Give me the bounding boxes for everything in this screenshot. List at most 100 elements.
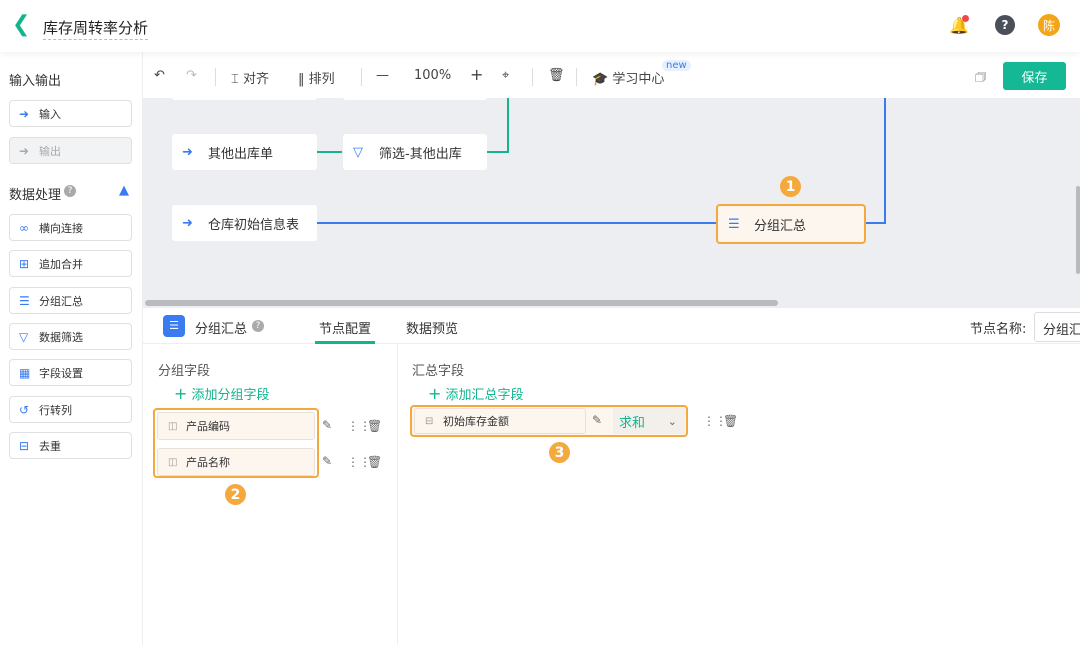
learning-center-label: 学习中心	[612, 72, 665, 87]
sidebar-item-filter[interactable]: ▽ 数据筛选	[9, 323, 132, 350]
zoom-level: 100%	[414, 68, 452, 83]
sidebar-item-label: 去重	[39, 439, 61, 453]
field-icon: ⊟	[425, 415, 434, 427]
notification-dot	[962, 15, 969, 22]
sidebar-item-label: 追加合并	[39, 257, 83, 271]
summary-field-item[interactable]: ⊟ 初始库存金额	[414, 408, 586, 434]
sidebar-item-output[interactable]: ➜ 输出	[9, 137, 132, 164]
list-icon: ☰	[19, 293, 30, 308]
help-icon[interactable]: ?	[252, 320, 264, 332]
edit-icon[interactable]: ✎	[322, 418, 332, 432]
add-label: 添加汇总字段	[445, 388, 524, 403]
proc-section-title: 数据处理	[9, 188, 62, 203]
help-icon[interactable]: ?	[64, 185, 76, 197]
io-section-title: 输入输出	[9, 74, 62, 89]
table-icon: ▦	[19, 365, 31, 380]
arrange-button[interactable]: ‖ 排列	[298, 68, 335, 87]
trash-icon[interactable]: 🗑	[367, 419, 382, 433]
sidebar-item-join[interactable]: ∞ 横向连接	[9, 214, 132, 241]
avatar[interactable]: 陈	[1038, 14, 1060, 36]
sidebar-item-label: 字段设置	[39, 366, 83, 380]
aggregation-value: 求和	[619, 415, 646, 431]
sidebar-item-append[interactable]: ⊞ 追加合并	[9, 250, 132, 277]
warning-icon[interactable]: ▲	[119, 183, 129, 198]
node-label: 仓库初始信息表	[208, 217, 300, 233]
panel-header: ☰ 分组汇总 ? 节点配置 数据预览 节点名称: 分组汇总	[143, 308, 1080, 344]
flow-node-warehouse[interactable]: ➜ 仓库初始信息表	[172, 205, 317, 241]
field-name: 初始库存金额	[443, 415, 509, 428]
flow-canvas[interactable]: ➜ 其他出库单 ▽ 筛选-其他出库 ➜ 仓库初始信息表 ☰ 分组汇总 1	[143, 98, 1080, 308]
vertical-scrollbar[interactable]	[1076, 186, 1080, 274]
sidebar-item-dedupe[interactable]: ⊟ 去重	[9, 432, 132, 459]
arrange-label: 排列	[308, 72, 335, 87]
undo-icon[interactable]: ↶	[154, 68, 165, 83]
sidebar-item-fields[interactable]: ▦ 字段设置	[9, 359, 132, 386]
step-badge-2: 2	[225, 484, 246, 505]
aggregation-select[interactable]: 求和 ⌄	[613, 408, 685, 434]
preview-icon[interactable]: 🗇	[975, 68, 986, 89]
column-divider	[397, 344, 398, 645]
merge-icon: ⊞	[19, 256, 30, 271]
sidebar: 输入输出 ➜ 输入 ➜ 输出 数据处理 ? ▲ ∞ 横向连接 ⊞ 追加合并 ☰ 分组汇总 …	[0, 52, 143, 645]
header: ❮ 库存周转率分析 🔔 ? 陈	[0, 0, 1080, 52]
edit-icon[interactable]: ✎	[592, 413, 602, 427]
list-icon: ☰	[728, 216, 740, 232]
horizontal-scrollbar[interactable]	[145, 300, 778, 306]
connector-line	[866, 98, 886, 224]
flow-node-filter[interactable]: ▽ 筛选-其他出库	[343, 134, 487, 170]
link-icon: ∞	[19, 220, 29, 235]
zoom-in-button[interactable]: +	[470, 65, 483, 84]
group-field-item[interactable]: ◫ 产品编码	[157, 412, 315, 440]
input-arrow-icon: ➜	[182, 215, 193, 231]
edit-icon[interactable]: ✎	[322, 454, 332, 468]
tab-data-preview[interactable]: 数据预览	[406, 318, 458, 337]
flow-node-partial[interactable]	[172, 98, 317, 100]
trash-icon[interactable]: 🗑	[548, 68, 565, 83]
sidebar-item-input[interactable]: ➜ 输入	[9, 100, 132, 127]
step-badge-1: 1	[780, 176, 801, 197]
zoom-out-button[interactable]: —	[376, 68, 389, 83]
filter-icon: ▽	[19, 329, 29, 344]
align-label: 对齐	[242, 72, 269, 87]
group-field-item[interactable]: ◫ 产品名称	[157, 448, 315, 476]
filter-icon: ▽	[353, 144, 363, 160]
back-chevron-icon[interactable]: ❮	[12, 14, 30, 36]
input-arrow-icon: ➜	[182, 144, 193, 160]
save-button[interactable]: 保存	[1003, 62, 1066, 90]
group-fields-title: 分组字段	[158, 364, 211, 379]
toolbar: ↶ ↷ ⌶ 对齐 ‖ 排列 — 100% + ⌖ 🗑 🎓 学习中心 new 🗇	[143, 56, 1080, 98]
add-group-field-button[interactable]: + 添加分组字段	[174, 384, 270, 403]
chevron-down-icon: ⌄	[667, 414, 677, 428]
trash-icon[interactable]: 🗑	[723, 414, 738, 428]
redo-icon[interactable]: ↷	[186, 68, 197, 83]
align-button[interactable]: ⌶ 对齐	[231, 68, 269, 87]
learning-center-link[interactable]: 🎓 学习中心	[592, 68, 664, 87]
page-title[interactable]: 库存周转率分析	[43, 17, 149, 40]
flow-node-other-outbound[interactable]: ➜ 其他出库单	[172, 134, 317, 170]
step-badge-3: 3	[549, 442, 570, 463]
flow-node-group-summary[interactable]: ☰ 分组汇总	[716, 204, 866, 244]
sidebar-item-label: 输入	[39, 107, 61, 121]
divider	[361, 68, 362, 86]
help-icon[interactable]: ?	[995, 15, 1015, 35]
graduation-cap-icon: 🎓	[592, 72, 609, 87]
divider	[532, 68, 533, 86]
sidebar-item-group[interactable]: ☰ 分组汇总	[9, 287, 132, 314]
tab-node-config[interactable]: 节点配置	[319, 318, 371, 337]
add-label: 添加分组字段	[191, 388, 270, 403]
sidebar-item-pivot[interactable]: ↺ 行转列	[9, 396, 132, 423]
node-label: 分组汇总	[754, 218, 807, 234]
plus-icon: +	[174, 384, 188, 403]
sidebar-item-label: 行转列	[39, 403, 72, 417]
locate-icon[interactable]: ⌖	[502, 68, 509, 83]
pivot-icon: ↺	[19, 402, 30, 417]
node-label: 其他出库单	[208, 146, 274, 162]
input-arrow-icon: ➜	[19, 106, 30, 121]
node-name-input[interactable]: 分组汇总	[1034, 312, 1080, 342]
output-arrow-icon: ➜	[19, 143, 30, 158]
trash-icon[interactable]: 🗑	[367, 455, 382, 469]
connector-line	[487, 98, 509, 153]
sidebar-item-label: 输出	[39, 144, 61, 158]
flow-node-partial[interactable]	[343, 98, 487, 100]
add-summary-field-button[interactable]: + 添加汇总字段	[428, 384, 524, 403]
